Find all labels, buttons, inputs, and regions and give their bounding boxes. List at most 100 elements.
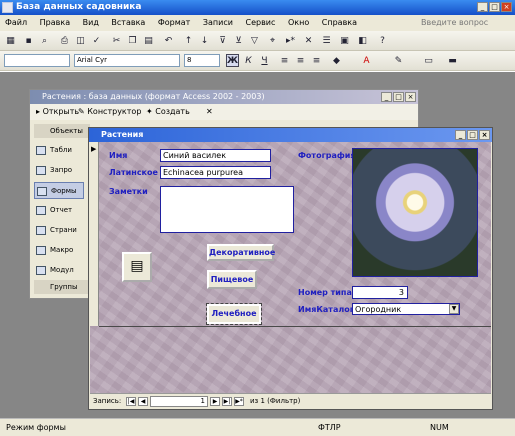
preview-icon[interactable]: ◫ <box>74 34 87 47</box>
db-minimize-icon[interactable]: _ <box>381 92 392 102</box>
form-close-icon[interactable]: × <box>479 130 490 140</box>
create-icon: ✦ <box>146 107 153 116</box>
object-select[interactable] <box>4 54 70 67</box>
fill-color-icon[interactable]: ◆ <box>330 54 343 67</box>
plant-photo <box>352 148 478 277</box>
objects-modules[interactable]: Модул <box>34 262 84 279</box>
menu-help[interactable]: Справка <box>317 15 362 31</box>
menu-view[interactable]: Вид <box>78 15 104 31</box>
menu-insert[interactable]: Вставка <box>106 15 150 31</box>
sort-desc-icon[interactable]: ↓ <box>198 34 211 47</box>
catalog-select[interactable]: Огородник <box>352 303 460 315</box>
border-width-icon[interactable]: ▭ <box>422 54 435 67</box>
menu-file[interactable]: Файл <box>0 15 32 31</box>
paste-icon[interactable]: ▤ <box>142 34 155 47</box>
form-minimize-icon[interactable]: _ <box>455 130 466 140</box>
db-create-button[interactable]: ✦ Создать <box>146 104 190 120</box>
border-style-icon[interactable]: ▬ <box>446 54 459 67</box>
font-color-icon[interactable]: A <box>360 54 373 67</box>
cut-icon[interactable]: ✂ <box>110 34 123 47</box>
prev-record-icon[interactable]: ◀ <box>138 397 148 406</box>
spelling-icon[interactable]: ✓ <box>90 34 103 47</box>
record-navigator: Запись: |◀ ◀ 1 ▶ ▶| ▶* из 1 (Фильтр) <box>90 393 491 409</box>
new-record-nav-icon[interactable]: ▶* <box>234 397 244 406</box>
app-title-bar: База данных садовника <box>0 0 515 15</box>
objects-header[interactable]: Объекты <box>34 124 90 138</box>
objects-forms[interactable]: Формы <box>34 182 84 199</box>
latin-name-label: Латинское И <box>109 168 159 177</box>
objects-queries[interactable]: Запро <box>34 162 84 179</box>
delete-record-icon[interactable]: ✕ <box>302 34 315 47</box>
catalog-dropdown-icon[interactable]: ▼ <box>449 304 459 314</box>
macro-icon <box>36 246 46 255</box>
catalog-button[interactable]: ▤ <box>122 252 152 282</box>
properties-icon[interactable]: ☰ <box>320 34 333 47</box>
objects-tables[interactable]: Табли <box>34 142 84 159</box>
db-delete-icon[interactable]: ✕ <box>206 104 213 120</box>
form-title: Растения <box>101 130 144 139</box>
next-record-icon[interactable]: ▶ <box>210 397 220 406</box>
undo-icon[interactable]: ↶ <box>162 34 175 47</box>
menu-records[interactable]: Записи <box>198 15 238 31</box>
medicinal-button[interactable]: Лечебное <box>206 303 262 325</box>
menu-edit[interactable]: Правка <box>35 15 75 31</box>
align-left-icon[interactable]: ≡ <box>278 54 291 67</box>
help-search-input[interactable]: Введите вопрос <box>421 17 509 29</box>
record-selector[interactable]: ▶ <box>90 142 99 326</box>
section-divider <box>99 326 491 327</box>
search-icon[interactable]: ⌕ <box>38 34 51 47</box>
filter-form-icon[interactable]: ⊻ <box>232 34 245 47</box>
groups-header[interactable]: Группы <box>34 280 90 294</box>
close-icon[interactable]: × <box>501 2 512 12</box>
font-size-select[interactable]: 8 <box>184 54 220 67</box>
align-right-icon[interactable]: ≡ <box>310 54 323 67</box>
underline-icon[interactable]: Ч <box>258 54 271 67</box>
form-window: Растения _ □ × ▶ Имя Синий василек Латин… <box>88 127 493 410</box>
italic-icon[interactable]: К <box>242 54 255 67</box>
maximize-icon[interactable]: □ <box>489 2 500 12</box>
filter-icon[interactable]: ⊽ <box>216 34 229 47</box>
name-field[interactable]: Синий василек <box>160 149 271 162</box>
standard-toolbar: ▦ ▪ ⌕ ⎙ ◫ ✓ ✂ ❐ ▤ ↶ ↑ ↓ ⊽ ⊻ ▽ ⌖ ▸* ✕ ☰ ▣… <box>0 31 515 51</box>
first-record-icon[interactable]: |◀ <box>126 397 136 406</box>
sort-asc-icon[interactable]: ↑ <box>182 34 195 47</box>
db-open-button[interactable]: ▸ Открыть <box>36 104 79 120</box>
current-record-input[interactable]: 1 <box>150 396 208 407</box>
menu-format[interactable]: Формат <box>153 15 195 31</box>
number-field[interactable]: 3 <box>352 286 408 299</box>
copy-icon[interactable]: ❐ <box>126 34 139 47</box>
objects-reports[interactable]: Отчет <box>34 202 84 219</box>
print-icon[interactable]: ⎙ <box>58 34 71 47</box>
objects-macros[interactable]: Макро <box>34 242 84 259</box>
objects-pages[interactable]: Страни <box>34 222 84 239</box>
food-button[interactable]: Пищевое <box>207 270 257 289</box>
bold-icon[interactable]: Ж <box>226 54 239 67</box>
db-close-icon[interactable]: × <box>405 92 416 102</box>
db-window-title: Растения : база данных (формат Access 20… <box>42 92 265 101</box>
new-record-icon[interactable]: ▸* <box>284 34 297 47</box>
save-icon[interactable]: ▪ <box>22 34 35 47</box>
form-maximize-icon[interactable]: □ <box>467 130 478 140</box>
apply-filter-icon[interactable]: ▽ <box>248 34 261 47</box>
app-icon <box>2 2 13 13</box>
latin-name-field[interactable]: Echinacea purpurea <box>160 166 271 179</box>
find-icon[interactable]: ⌖ <box>266 34 279 47</box>
minimize-icon[interactable]: _ <box>477 2 488 12</box>
database-window-icon[interactable]: ▣ <box>338 34 351 47</box>
form-title-bar: Растения _ □ × <box>89 128 492 142</box>
view-icon[interactable]: ▦ <box>4 34 17 47</box>
menu-tools[interactable]: Сервис <box>241 15 281 31</box>
db-maximize-icon[interactable]: □ <box>393 92 404 102</box>
line-color-icon[interactable]: ✎ <box>392 54 405 67</box>
font-name-select[interactable]: Arial Cyr <box>74 54 180 67</box>
photo-label: Фотография <box>298 151 356 160</box>
align-center-icon[interactable]: ≡ <box>294 54 307 67</box>
last-record-icon[interactable]: ▶| <box>222 397 232 406</box>
db-design-button[interactable]: ✎ Конструктор <box>78 104 141 120</box>
page-icon <box>36 226 46 235</box>
new-object-icon[interactable]: ◧ <box>356 34 369 47</box>
notes-field[interactable] <box>160 186 294 233</box>
menu-window[interactable]: Окно <box>283 15 314 31</box>
help-icon[interactable]: ? <box>376 34 389 47</box>
decorative-button[interactable]: Декоративное <box>207 244 275 261</box>
